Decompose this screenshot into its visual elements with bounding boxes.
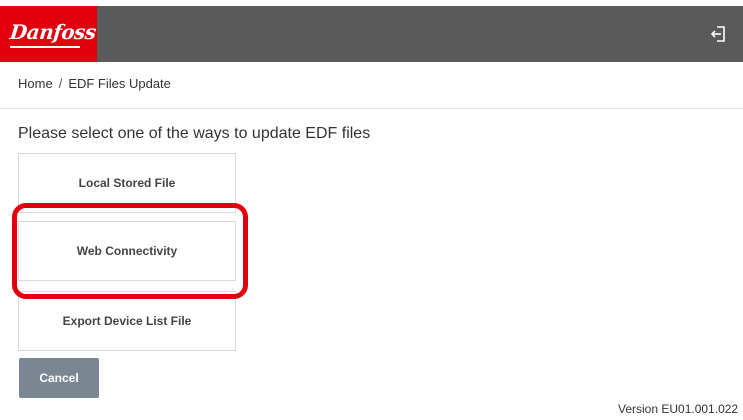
logout-icon[interactable] xyxy=(709,24,729,44)
local-stored-file-option[interactable]: Local Stored File xyxy=(18,153,236,213)
breadcrumb-separator: / xyxy=(58,76,63,91)
page-prompt: Please select one of the ways to update … xyxy=(18,125,371,142)
version-label: Version EU01.001.022 xyxy=(618,402,739,416)
danfoss-logo[interactable]: Danfoss xyxy=(0,6,97,62)
web-connectivity-option[interactable]: Web Connectivity xyxy=(18,221,236,281)
top-bar: Danfoss xyxy=(0,6,743,62)
breadcrumb-current: EDF Files Update xyxy=(68,76,171,91)
breadcrumb-home-link[interactable]: Home xyxy=(18,76,53,91)
export-device-list-file-option[interactable]: Export Device List File xyxy=(18,291,236,351)
cancel-button[interactable]: Cancel xyxy=(19,358,99,398)
breadcrumb: Home / EDF Files Update xyxy=(18,76,171,91)
logo-text: Danfoss xyxy=(8,20,98,44)
logo-underline xyxy=(10,46,80,48)
divider xyxy=(0,108,743,109)
